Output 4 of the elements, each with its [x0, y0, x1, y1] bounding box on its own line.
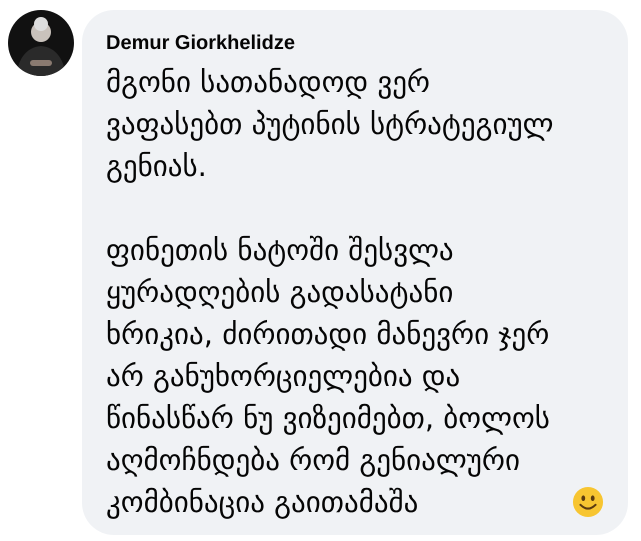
author-name[interactable]: Demur Giorkhelidze [106, 32, 618, 55]
smiley-icon [572, 486, 604, 518]
comment-text: მგონი სათანადოდ ვერ ვაფასებთ პუტინის სტრატეგიულ გენიას. [106, 64, 554, 185]
comment-text: ფინეთის ნატოში შესვლა ყურადღების გადასატანი ხრიკია, ძირითადი მანევრი ჯერ არ განუხორციელებია და წინასწარ ნუ ვიზეიმებთ, ბოლოს აღმოჩნდება რომ გენიალური კომბინაცია გაითამაშა [106, 232, 551, 521]
